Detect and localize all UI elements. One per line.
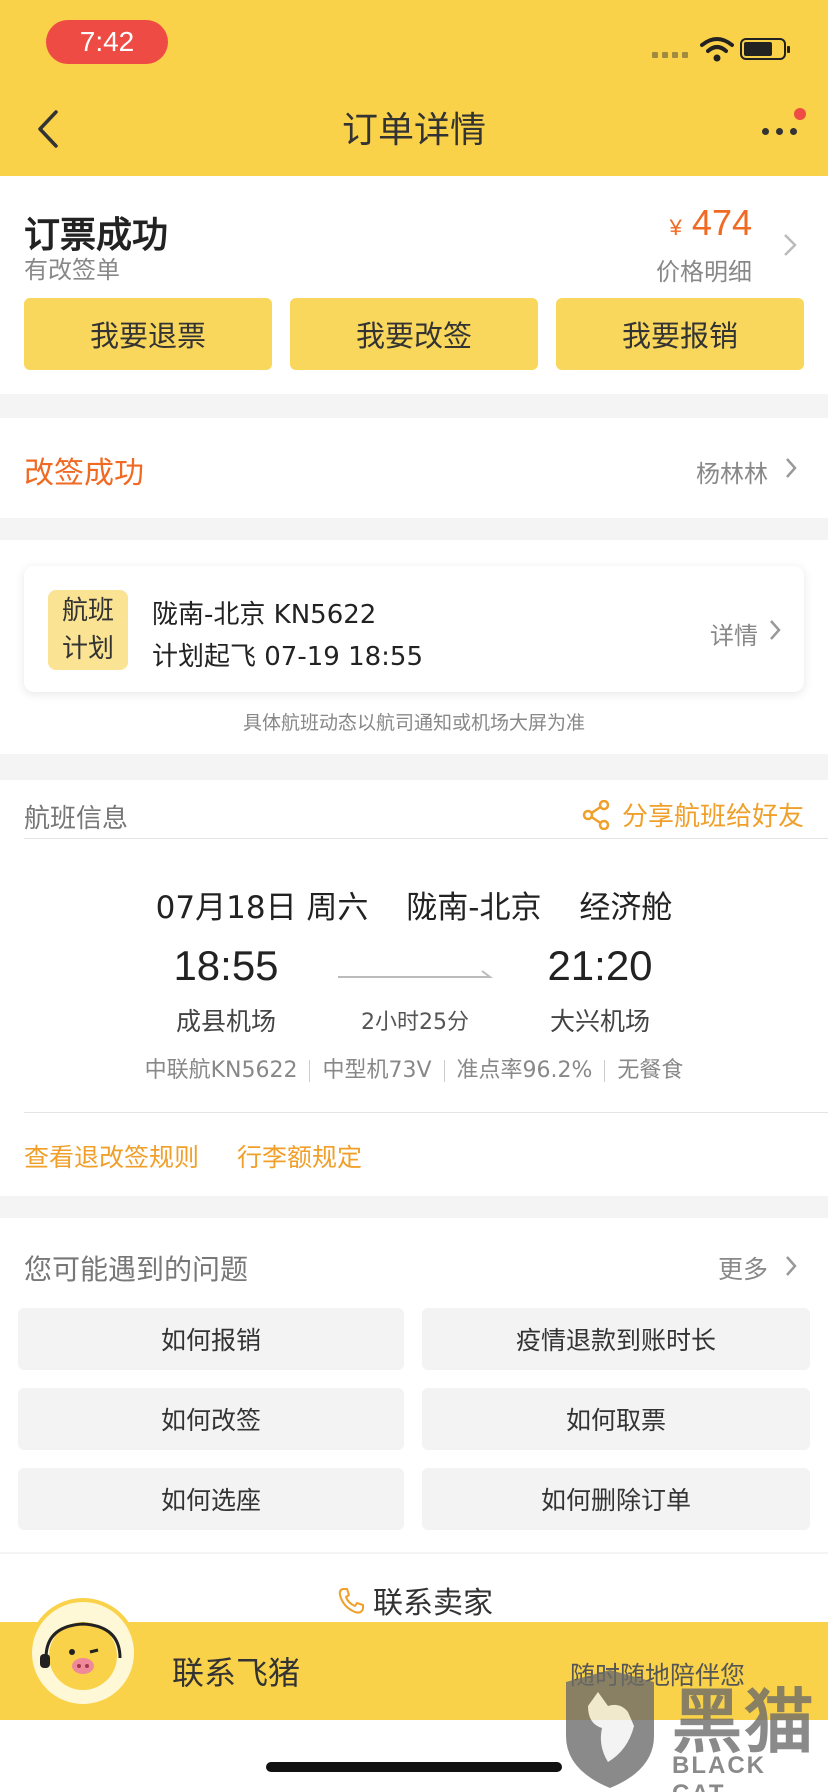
currency-symbol: ¥ [669,215,682,240]
passenger-name: 杨林林 [696,460,768,488]
plan-badge: 航班 计划 [48,590,128,670]
page-title: 订单详情 [341,110,486,151]
faq-pickup-ticket[interactable]: 如何取票 [422,1388,810,1450]
flight-info-card: 航班信息 分享航班给好友 07月18日 周六 陇南-北京 经济舱 18:55 2… [0,780,828,1196]
share-flight-button[interactable]: 分享航班给好友 [582,796,804,833]
share-label: 分享航班给好友 [621,802,804,832]
arrow-icon [338,970,493,978]
chevron-right-icon [770,620,781,640]
faq-title: 您可能遇到的问题 [24,1253,249,1286]
refund-rules-link[interactable]: 查看退改签规则 [24,1138,199,1174]
flight-plan-section: 航班 计划 陇南-北京 KN5622 计划起飞 07-19 18:55 详情 具… [0,540,828,754]
change-status: 改签成功 [24,456,144,491]
plan-note: 具体航班动态以航司通知或机场大屏为准 [242,712,585,734]
aircraft: 中型机73V [322,1058,432,1083]
arrival-airport: 大兴机场 [549,1007,650,1036]
rebook-button[interactable]: 我要改签 [290,298,538,370]
reimburse-button[interactable]: 我要报销 [556,298,804,370]
faq-more-link[interactable]: 更多 [718,1250,768,1286]
change-success-row[interactable]: 改签成功 杨林林 [0,418,828,518]
chevron-right-icon [786,458,797,478]
chevron-right-icon[interactable] [784,1254,798,1278]
baggage-link[interactable]: 行李额规定 [237,1138,362,1174]
on-time-rate: 准点率96.2% [456,1058,593,1083]
more-icon[interactable] [760,124,800,138]
faq-grid: 如何报销 疫情退款到账时长 如何改签 如何取票 如何选座 如何删除订单 [18,1308,810,1530]
watermark-sub: BLACK CAT [672,1752,766,1792]
faq-card: 您可能遇到的问题 更多 如何报销 疫情退款到账时长 如何改签 如何取票 如何选座… [0,1218,828,1552]
flight-date: 07月18日 周六 [155,890,369,926]
order-sub-status: 有改签单 [24,256,120,284]
plan-route: 陇南-北京 KN5622 [152,600,377,630]
price-value: 474 [691,202,752,243]
contact-fliggy-label: 联系飞猪 [172,1654,301,1692]
wifi-icon [700,37,734,62]
divider [24,838,828,839]
price-detail-link[interactable]: 价格明细 [656,252,752,287]
top-header: 7:42 订单详情 [0,0,828,176]
plan-badge-line1: 航班 [61,596,114,626]
contact-seller-label: 联系卖家 [373,1586,493,1621]
faq-choose-seat[interactable]: 如何选座 [18,1468,404,1530]
watermark: 黑猫 BLACK CAT [558,1666,828,1792]
flight-summary: 07月18日 周六 陇南-北京 经济舱 [0,882,828,927]
plan-departure: 计划起飞 07-19 18:55 [152,642,424,672]
plan-badge-line2: 计划 [61,634,114,664]
share-icon [582,799,610,830]
section-title: 航班信息 [24,804,129,834]
flight-route: 陇南-北京 [406,890,542,926]
chevron-right-icon[interactable] [782,232,798,258]
order-actions: 我要退票 我要改签 我要报销 [24,298,804,370]
contact-seller-row[interactable]: 联系卖家 [0,1554,828,1622]
flight-plan-card[interactable]: 航班 计划 陇南-北京 KN5622 计划起飞 07-19 18:55 详情 [24,566,804,692]
plan-detail-link[interactable]: 详情 [710,616,758,651]
home-indicator [266,1762,562,1772]
contact-seller-button[interactable]: 联系卖家 [0,1578,828,1622]
faq-refund-time[interactable]: 疫情退款到账时长 [422,1308,810,1370]
flight-cabin: 经济舱 [579,890,673,926]
pig-mascot-icon [28,1598,138,1708]
order-price[interactable]: ¥474 [670,202,752,244]
faq-reimburse[interactable]: 如何报销 [18,1308,404,1370]
order-status-card: 订票成功 有改签单 ¥474 价格明细 我要退票 我要改签 我要报销 [0,176,828,394]
policy-links: 查看退改签规则 行李额规定 [24,1138,362,1174]
black-cat-logo-icon [566,1670,654,1788]
signal-icon [652,52,688,58]
refund-button[interactable]: 我要退票 [24,298,272,370]
battery-icon [740,38,790,60]
status-time: 7:42 [46,20,168,64]
faq-delete-order[interactable]: 如何删除订单 [422,1468,810,1530]
faq-rebook[interactable]: 如何改签 [18,1388,404,1450]
meal: 无餐食 [617,1058,684,1083]
phone-icon [338,1588,364,1614]
arrival-time: 21:20 [547,942,653,989]
notification-dot [794,108,806,120]
flight-duration: 2小时25分 [361,1010,469,1035]
departure-time: 18:55 [173,942,279,989]
airline: 中联航KN5622 [144,1058,298,1083]
divider [24,1112,828,1113]
flight-meta: 中联航KN5622 中型机73V 准点率96.2% 无餐食 [0,1052,828,1084]
departure-airport: 成县机场 [175,1007,276,1036]
